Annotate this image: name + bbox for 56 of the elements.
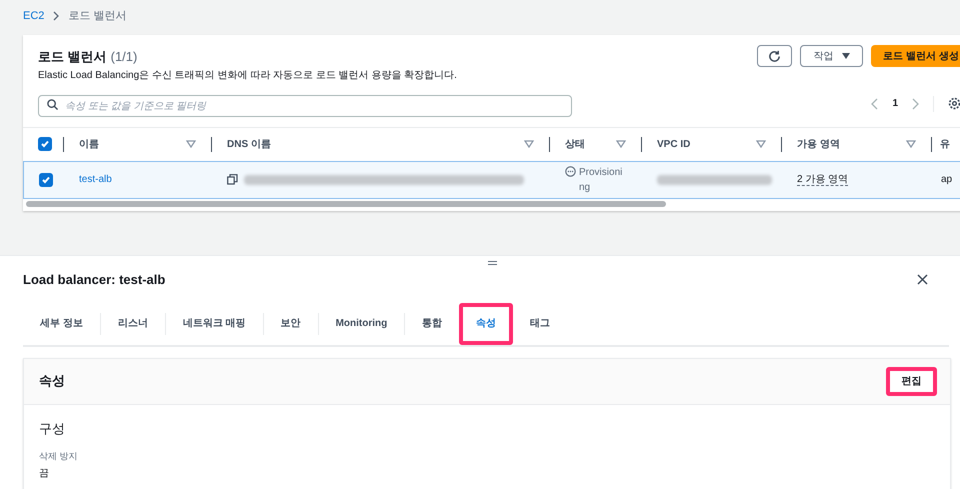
sort-icon[interactable] — [524, 140, 534, 148]
list-title: 로드 밸런서 — [38, 48, 107, 66]
caret-down-icon — [842, 53, 850, 59]
pending-icon — [565, 166, 576, 176]
breadcrumb-current: 로드 밸런서 — [68, 8, 126, 24]
drag-handle-icon[interactable] — [488, 261, 497, 265]
checkmark-icon — [41, 174, 51, 184]
checkmark-icon — [40, 139, 50, 149]
column-header[interactable]: 유 — [940, 136, 950, 152]
tab[interactable]: 통합 — [405, 302, 460, 344]
column-header[interactable]: 가용 영역 — [797, 136, 840, 152]
sort-icon[interactable] — [616, 140, 626, 148]
tab[interactable]: Monitoring — [318, 302, 404, 344]
table-row[interactable]: test-alb Provisioning 2 가용 영역 ap — [23, 160, 960, 198]
subsection-title: 구성 — [39, 420, 66, 438]
type-text: ap — [941, 174, 952, 185]
column-header[interactable]: VPC ID — [657, 136, 690, 152]
horizontal-scrollbar[interactable] — [26, 200, 666, 206]
checkbox[interactable] — [39, 172, 53, 186]
search-field[interactable]: 속성 또는 값을 기준으로 필터링 — [38, 95, 572, 117]
refresh-icon — [768, 50, 781, 62]
list-description: Elastic Load Balancing은 수신 트래픽의 변화에 따라 자동으로 로드 밸런서 용량을 확장합니다. — [38, 68, 457, 82]
tab[interactable]: 네트워크 매핑 — [166, 302, 263, 344]
detail-title: Load balancer: test-alb — [23, 271, 166, 289]
chevron-right-icon — [52, 11, 60, 21]
tab[interactable]: 속성 — [459, 302, 514, 344]
edit-button[interactable]: 편집 — [886, 366, 937, 396]
sort-icon[interactable] — [756, 140, 766, 148]
list-count: (1/1) — [110, 48, 138, 66]
column-header[interactable]: 이름 — [79, 136, 99, 152]
name-link[interactable]: test-alb — [79, 174, 112, 185]
settings-icon[interactable] — [948, 97, 960, 110]
status-text: Provisioning — [579, 166, 624, 194]
sort-icon[interactable] — [186, 140, 196, 148]
actions-button[interactable]: 작업 — [800, 45, 863, 67]
create-button[interactable]: 로드 밸런서 생성 — [871, 45, 960, 67]
field-label: 삭제 방지 — [39, 450, 79, 463]
tab[interactable]: 리스너 — [100, 302, 165, 344]
breadcrumb-link[interactable]: EC2 — [23, 8, 44, 24]
tab[interactable]: 태그 — [513, 302, 568, 344]
zones-link[interactable]: 2 가용 영역 — [797, 174, 848, 186]
column-header[interactable]: 상태 — [565, 136, 585, 152]
close-icon[interactable] — [917, 274, 928, 286]
section-title: 속성 — [39, 372, 65, 390]
copy-icon[interactable] — [227, 174, 238, 185]
sort-icon[interactable] — [906, 140, 916, 148]
next-page-icon[interactable] — [911, 98, 919, 110]
search-icon — [47, 98, 58, 110]
tab[interactable]: 보안 — [264, 302, 318, 344]
column-header[interactable]: DNS 이름 — [227, 136, 271, 152]
previous-page-icon[interactable] — [871, 98, 880, 110]
field-value: 끔 — [39, 466, 50, 480]
page-number[interactable]: 1 — [892, 96, 898, 111]
tab[interactable]: 세부 정보 — [23, 302, 100, 344]
checkbox[interactable] — [38, 137, 52, 151]
refresh-button[interactable] — [757, 45, 792, 67]
